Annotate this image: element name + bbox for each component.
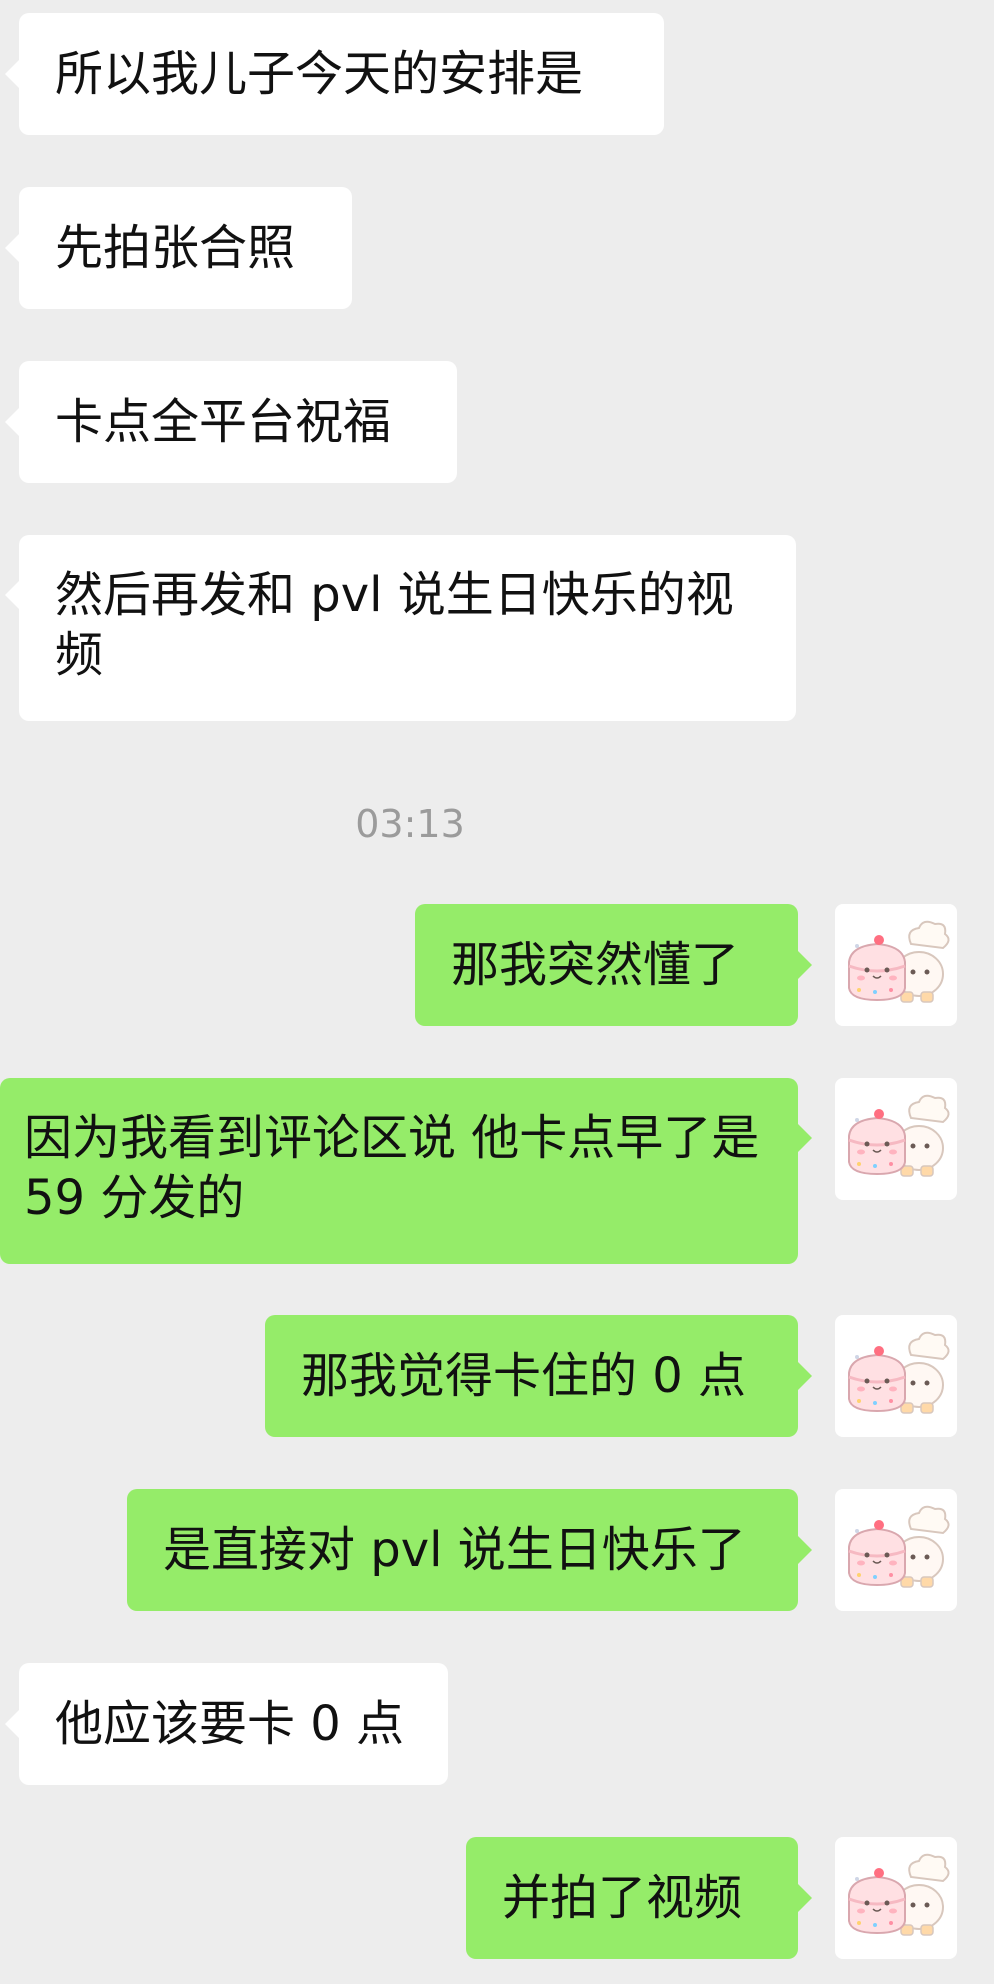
message-bubble-incoming[interactable]: 先拍张合照 bbox=[5, 187, 352, 309]
cake-cat-sticker-icon bbox=[848, 1853, 950, 1936]
user-avatar[interactable] bbox=[835, 1078, 957, 1200]
message-bubble-outgoing[interactable]: 那我觉得卡住的 0 点 bbox=[265, 1315, 812, 1437]
user-avatar[interactable] bbox=[835, 1489, 957, 1611]
message-bubble-incoming[interactable]: 他应该要卡 0 点 bbox=[5, 1663, 448, 1785]
message-bubble-outgoing[interactable]: 是直接对 pvl 说生日快乐了 bbox=[127, 1489, 812, 1611]
cake-cat-sticker-icon bbox=[848, 1331, 950, 1414]
user-avatar[interactable] bbox=[835, 904, 957, 1026]
message-bubble-incoming[interactable]: 然后再发和 pvl 说生日快乐的视频 bbox=[5, 535, 796, 721]
message-bubble-incoming[interactable]: 所以我儿子今天的安排是 bbox=[5, 13, 664, 135]
message-bubble-outgoing[interactable]: 那我突然懂了 bbox=[415, 904, 812, 1026]
user-avatar[interactable] bbox=[835, 1315, 957, 1437]
cake-cat-sticker-icon bbox=[848, 1094, 950, 1177]
user-avatar[interactable] bbox=[835, 1837, 957, 1959]
chat-timestamp: 03:13 bbox=[355, 802, 465, 846]
cake-cat-sticker-icon bbox=[848, 1505, 950, 1588]
message-bubble-outgoing[interactable]: 并拍了视频 bbox=[466, 1837, 812, 1959]
message-bubble-outgoing[interactable]: 因为我看到评论区说 他卡点早了是 59 分发的 bbox=[0, 1078, 812, 1264]
cake-cat-sticker-icon bbox=[848, 920, 950, 1003]
message-bubble-incoming[interactable]: 卡点全平台祝福 bbox=[5, 361, 457, 483]
